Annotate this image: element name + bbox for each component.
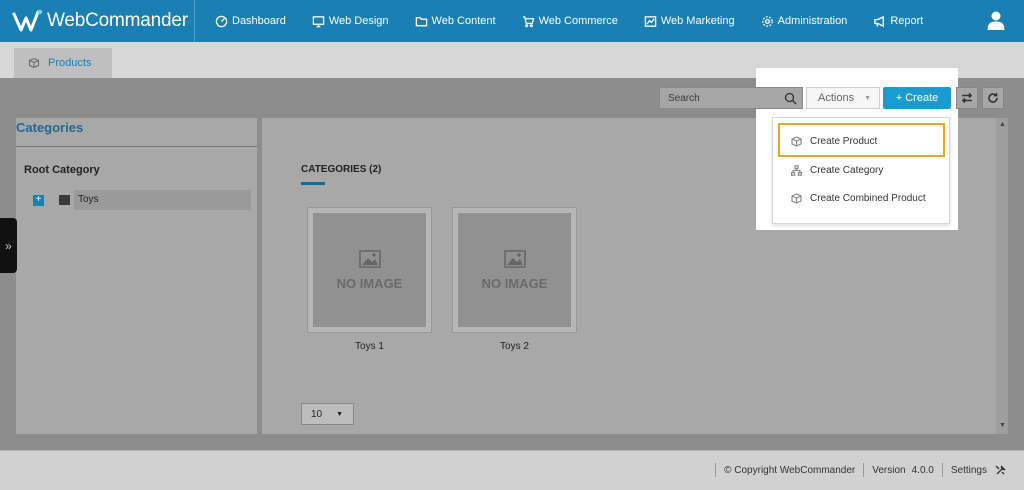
megaphone-icon (874, 15, 885, 27)
image-icon (358, 249, 381, 268)
gear-icon (761, 15, 773, 27)
monitor-icon (312, 15, 325, 27)
expand-icon[interactable]: + (33, 195, 44, 206)
page-size-value: 10 (311, 408, 323, 420)
nav-report[interactable]: Report (873, 15, 923, 28)
top-navbar: WebCommander Dashboard Web Design Web Co… (0, 0, 1024, 42)
settings-link[interactable]: Settings (951, 465, 987, 476)
menu-item-create-category[interactable]: Create Category (773, 156, 951, 184)
tree-item-label[interactable]: Toys (78, 194, 99, 205)
page-size-select[interactable]: 10 ▼ (301, 403, 354, 425)
menu-item-label: Create Combined Product (810, 192, 926, 204)
nav-web-commerce[interactable]: Web Commerce (522, 15, 618, 28)
nav-web-design[interactable]: Web Design (312, 15, 389, 28)
categories-title: Categories (16, 120, 84, 135)
footer-info: © Copyright WebCommander Version 4.0.0 S… (707, 463, 1006, 477)
wrench-icon[interactable] (995, 464, 1006, 476)
card-label[interactable]: Toys 1 (307, 341, 432, 352)
root-category-label[interactable]: Root Category (24, 164, 100, 176)
double-chevron-right-icon: » (5, 238, 12, 253)
footer: © Copyright WebCommander Version 4.0.0 S… (0, 450, 1024, 490)
no-image-text: NO IMAGE (336, 275, 403, 291)
menu-item-create-combined-product[interactable]: Create Combined Product (773, 184, 951, 212)
search-icon[interactable] (784, 92, 797, 105)
heading-underline (301, 182, 325, 185)
tree-row-toys[interactable] (74, 190, 251, 210)
caret-down-icon: ▼ (864, 94, 872, 102)
copyright-text: © Copyright WebCommander (724, 464, 856, 476)
chart-icon (644, 15, 657, 27)
card-image-placeholder: NO IMAGE (313, 213, 426, 327)
card-image-placeholder: NO IMAGE (458, 213, 571, 327)
scroll-up-icon[interactable]: ▲ (999, 121, 1006, 128)
divider (941, 463, 943, 477)
scroll-down-icon[interactable]: ▼ (999, 422, 1006, 429)
card-label[interactable]: Toys 2 (452, 341, 577, 352)
folder-icon (415, 16, 427, 26)
menu-item-label: Create Category (810, 164, 884, 176)
divider (863, 463, 865, 477)
nav-web-marketing[interactable]: Web Marketing (644, 15, 735, 28)
highlight-box (778, 123, 945, 157)
nav-administration[interactable]: Administration (761, 15, 848, 28)
version-value: 4.0.0 (911, 464, 934, 476)
swap-arrows-icon (961, 92, 973, 104)
nav-label: Web Content (431, 15, 496, 27)
refresh-button[interactable] (982, 87, 1004, 109)
search-input[interactable]: Search (659, 87, 803, 109)
category-folder-icon (59, 195, 70, 205)
swap-button[interactable] (956, 87, 978, 109)
box-icon (29, 57, 39, 69)
category-card[interactable]: NO IMAGE (452, 207, 577, 333)
nav-dashboard[interactable]: Dashboard (215, 15, 286, 28)
categories-heading: CATEGORIES (2) (301, 164, 382, 175)
hierarchy-icon (791, 164, 802, 176)
box-icon (791, 192, 802, 204)
scrollbar[interactable] (996, 118, 1008, 434)
category-card[interactable]: NO IMAGE (307, 207, 432, 333)
tab-label: Products (48, 57, 92, 69)
divider (16, 146, 257, 147)
dashboard-icon (215, 15, 228, 27)
actions-label: Actions (818, 92, 855, 104)
nav-web-content[interactable]: Web Content (415, 15, 496, 28)
create-button[interactable]: + Create (883, 87, 951, 109)
nav-label: Web Design (328, 15, 389, 27)
tab-products[interactable]: Products (14, 48, 112, 78)
logo-mark-icon (12, 9, 43, 32)
search-placeholder: Search (668, 93, 700, 104)
refresh-icon (988, 93, 998, 103)
main-nav: Dashboard Web Design Web Content Web Com… (215, 15, 949, 28)
sidebar-toggle-handle[interactable]: » (0, 218, 17, 273)
divider (715, 463, 717, 477)
logo-text: WebCommander (47, 10, 188, 31)
caret-down-icon: ▼ (336, 410, 344, 418)
no-image-text: NO IMAGE (481, 275, 548, 291)
user-icon[interactable] (986, 10, 1006, 30)
nav-label: Web Commerce (538, 15, 618, 27)
nav-label: Administration (777, 15, 848, 27)
cart-icon (522, 15, 535, 27)
nav-label: Dashboard (232, 15, 286, 27)
logo[interactable]: WebCommander (0, 0, 195, 42)
image-icon (503, 249, 526, 268)
nav-label: Report (890, 15, 924, 27)
actions-dropdown[interactable]: Actions ▼ (806, 87, 880, 109)
nav-label: Web Marketing (660, 15, 735, 27)
version-label: Version (872, 464, 906, 476)
